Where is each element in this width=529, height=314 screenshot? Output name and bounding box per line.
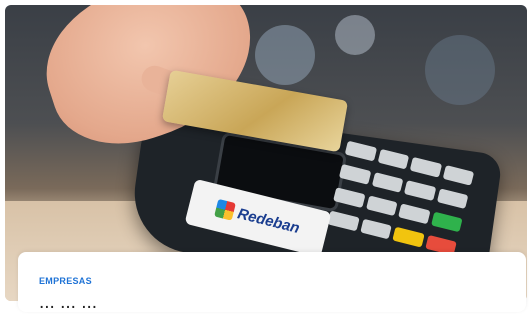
article-headline[interactable]: ... ... ... bbox=[39, 292, 97, 314]
background-bokeh bbox=[255, 25, 315, 85]
category-label: EMPRESAS bbox=[39, 276, 92, 286]
background-bokeh bbox=[425, 35, 495, 105]
article-info-card[interactable]: EMPRESAS ... ... ... bbox=[18, 252, 526, 314]
brand-name: Redeban bbox=[235, 204, 302, 237]
redeban-logo-icon bbox=[214, 198, 237, 221]
background-bokeh bbox=[335, 15, 375, 55]
